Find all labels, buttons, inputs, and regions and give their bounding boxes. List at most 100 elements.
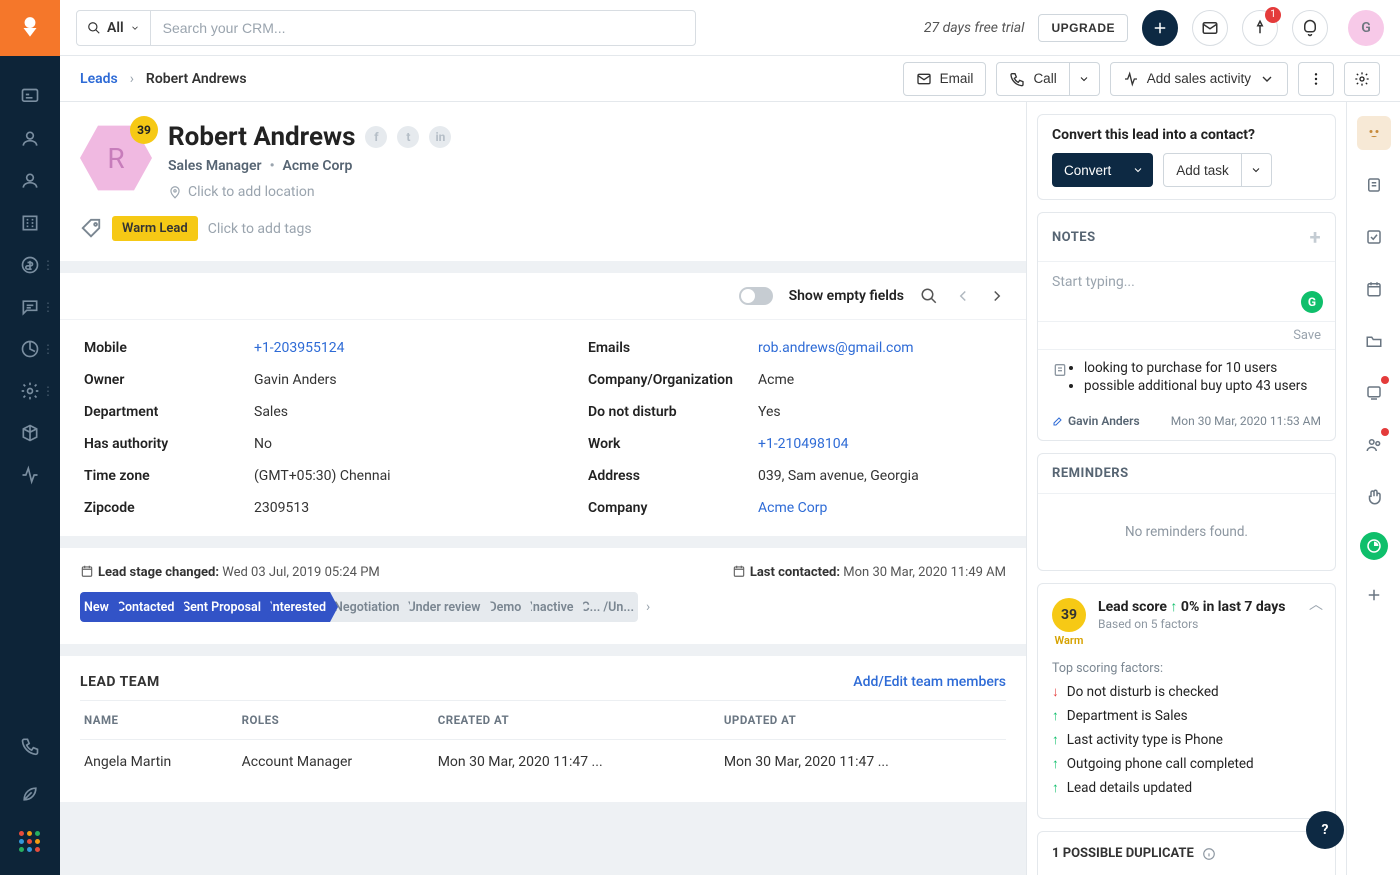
nav-conversations-icon[interactable]: ⋮: [0, 286, 60, 328]
field-value: (GMT+05:30) Chennai: [254, 468, 498, 484]
search-input[interactable]: [151, 20, 695, 36]
settings-button[interactable]: [1344, 62, 1380, 96]
stage-item[interactable]: Sent Proposal: [178, 592, 265, 622]
add-tags[interactable]: Click to add tags: [208, 221, 312, 237]
col-updated: UPDATED AT: [720, 701, 1006, 740]
nav-products-icon[interactable]: [0, 412, 60, 454]
add-team-link[interactable]: Add/Edit team members: [853, 674, 1006, 690]
stages-pipeline: NewContactedSent ProposalInterestedNegot…: [80, 592, 638, 622]
field-value: 039, Sam avenue, Georgia: [758, 468, 1002, 484]
more-actions-button[interactable]: [1298, 62, 1334, 96]
stage-item[interactable]: Negotiation: [330, 592, 403, 622]
notif-badge: 1: [1265, 7, 1281, 23]
add-task-button[interactable]: Add task: [1163, 153, 1242, 187]
app-logo[interactable]: [0, 0, 60, 56]
rail-collab-icon[interactable]: [1357, 428, 1391, 462]
nav-reports-icon[interactable]: ⋮: [0, 328, 60, 370]
info-icon[interactable]: [1202, 847, 1216, 861]
team-title: LEAD TEAM: [80, 674, 160, 690]
field-value[interactable]: +1-203955124: [254, 340, 498, 356]
stage-item[interactable]: C... /Un...: [577, 592, 638, 622]
rail-files-icon[interactable]: [1357, 324, 1391, 358]
twitter-icon[interactable]: t: [397, 126, 419, 148]
field-label: Company/Organization: [588, 372, 758, 388]
convert-button[interactable]: Convert: [1052, 153, 1123, 187]
stage-item[interactable]: Under review: [403, 592, 484, 622]
note-icon: [1052, 362, 1068, 378]
nav-settings-icon[interactable]: ⋮: [0, 370, 60, 412]
show-empty-toggle[interactable]: [739, 287, 773, 305]
arrow-down-icon: ↓: [1052, 684, 1059, 700]
quick-add-button[interactable]: [1142, 10, 1178, 46]
add-note-icon[interactable]: +: [1310, 225, 1321, 249]
stage-changed-val: Wed 03 Jul, 2019 05:24 PM: [222, 565, 380, 580]
upgrade-button[interactable]: UPGRADE: [1038, 14, 1128, 42]
note-input[interactable]: Start typing...G: [1038, 262, 1335, 322]
activity-icon: [1123, 71, 1139, 87]
search-scope-dropdown[interactable]: All: [77, 11, 151, 45]
rail-chat-icon[interactable]: [1360, 532, 1388, 560]
nav-contacts-icon[interactable]: [0, 160, 60, 202]
chevron-down-icon: [1259, 71, 1275, 87]
field-label: Department: [84, 404, 254, 420]
notifications-button[interactable]: [1292, 10, 1328, 46]
nav-dashboard-icon[interactable]: [0, 76, 60, 118]
linkedin-icon[interactable]: in: [429, 126, 451, 148]
field-label: Mobile: [84, 340, 254, 356]
call-button-split: Call: [996, 62, 1099, 96]
rail-hand-icon[interactable]: [1357, 480, 1391, 514]
breadcrumb-root[interactable]: Leads: [80, 71, 118, 87]
field-label: Owner: [84, 372, 254, 388]
center-content: R 39 Robert Andrews f t in Sales Ma: [60, 102, 1026, 875]
rail-notes-icon[interactable]: [1357, 168, 1391, 202]
nav-phone-icon[interactable]: [0, 725, 60, 767]
add-activity-button[interactable]: Add sales activity: [1110, 62, 1288, 96]
note-save[interactable]: Save: [1038, 322, 1335, 350]
facebook-icon[interactable]: f: [365, 126, 387, 148]
field-label: Work: [588, 436, 758, 452]
field-value[interactable]: +1-210498104: [758, 436, 1002, 452]
user-avatar[interactable]: G: [1348, 10, 1384, 46]
announcements-button[interactable]: 1: [1242, 10, 1278, 46]
stage-item[interactable]: Interested: [265, 592, 330, 622]
stage-item[interactable]: Contacted: [113, 592, 179, 622]
prev-icon[interactable]: [954, 287, 972, 305]
call-dropdown[interactable]: [1070, 62, 1100, 96]
call-button[interactable]: Call: [996, 62, 1069, 96]
lead-tag[interactable]: Warm Lead: [112, 216, 198, 241]
search-group: All: [76, 10, 696, 46]
arrow-up-icon: ↑: [1052, 732, 1059, 748]
rail-add-icon[interactable]: [1357, 578, 1391, 612]
help-fab[interactable]: ?: [1306, 811, 1344, 849]
field-value[interactable]: Acme Corp: [758, 500, 1002, 516]
rail-appointments-icon[interactable]: [1357, 272, 1391, 306]
add-location[interactable]: Click to add location: [168, 184, 451, 200]
stage-item[interactable]: New: [80, 592, 113, 622]
nav-leaf-icon[interactable]: [0, 773, 60, 815]
search-icon[interactable]: [920, 287, 938, 305]
nav-deals-icon[interactable]: ⋮: [0, 244, 60, 286]
nav-leads-icon[interactable]: [0, 118, 60, 160]
field-label: Company: [588, 500, 758, 516]
search-icon: [87, 21, 101, 35]
nav-activity-icon[interactable]: [0, 454, 60, 496]
stages-next[interactable]: ›: [646, 599, 650, 615]
mail-button[interactable]: [1192, 10, 1228, 46]
convert-dropdown[interactable]: [1123, 153, 1153, 187]
table-row[interactable]: Angela MartinAccount ManagerMon 30 Mar, …: [80, 740, 1006, 785]
nav-apps-icon[interactable]: [0, 821, 60, 863]
field-value[interactable]: rob.andrews@gmail.com: [758, 340, 1002, 356]
lead-company: Acme Corp: [283, 158, 353, 174]
rail-tasks-icon[interactable]: [1357, 220, 1391, 254]
note-entry: looking to purchase for 10 userspossible…: [1038, 350, 1335, 414]
rail-freddy-icon[interactable]: [1357, 116, 1391, 150]
nav-accounts-icon[interactable]: [0, 202, 60, 244]
score-factor: ↑Department is Sales: [1052, 708, 1321, 724]
email-button[interactable]: Email: [903, 62, 987, 96]
collapse-score[interactable]: ︿: [1309, 594, 1323, 614]
show-empty-label: Show empty fields: [789, 288, 904, 304]
add-task-dropdown[interactable]: [1242, 153, 1272, 187]
rail-conversations-icon[interactable]: [1357, 376, 1391, 410]
next-icon[interactable]: [988, 287, 1006, 305]
phone-icon: [1009, 71, 1025, 87]
